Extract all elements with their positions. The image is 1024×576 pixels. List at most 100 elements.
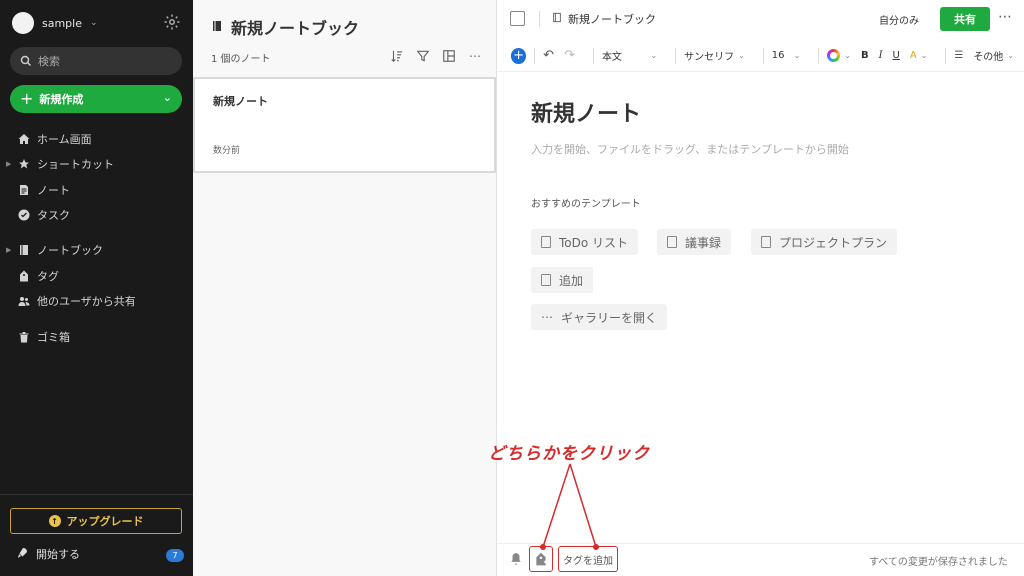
app-window: sample ⌄ 検索 + 新規作成 ⌄ ホーム画面 ▶ ショートカット ノート: [0, 0, 1024, 576]
list-item[interactable]: 新規ノート 数分前: [193, 77, 496, 173]
sidebar-item-tags[interactable]: タグ: [0, 265, 193, 287]
template-project-button[interactable]: プロジェクトプラン: [751, 229, 898, 255]
reminder-bell-icon[interactable]: [509, 552, 523, 570]
gear-icon[interactable]: [163, 13, 181, 31]
breadcrumb[interactable]: 新規ノートブック: [539, 11, 656, 27]
paragraph-style-value: 本文: [601, 52, 622, 63]
ellipsis-icon: ⋯: [541, 310, 553, 324]
add-tag-icon-button[interactable]: [529, 546, 553, 572]
text-color-picker[interactable]: ⌄: [827, 49, 851, 62]
template-todo-button[interactable]: ToDo リスト: [531, 229, 639, 255]
sidebar-item-label: 他のユーザから共有: [37, 295, 136, 308]
document-icon: [667, 236, 677, 248]
upgrade-arrow-icon: ↑: [48, 515, 61, 527]
visibility-label[interactable]: 自分のみ: [879, 12, 919, 27]
chevron-down-icon: ⌄: [738, 51, 745, 60]
add-tag-field[interactable]: タグを追加: [558, 546, 618, 572]
toolbar-divider: [945, 47, 947, 64]
notification-badge: 7: [166, 549, 184, 562]
sort-icon[interactable]: [390, 49, 404, 63]
note-title[interactable]: 新規ノート: [531, 96, 641, 128]
document-icon: [761, 236, 771, 248]
expand-icon[interactable]: [510, 11, 525, 26]
trash-icon: [18, 331, 30, 343]
font-size-value: 16: [771, 50, 785, 61]
note-list-toolbar: ⋯: [390, 49, 482, 63]
template-label: プロジェクトプラン: [779, 235, 888, 250]
note-body-placeholder[interactable]: 入力を開始、ファイルをドラッグ、またはテンプレートから開始: [531, 141, 849, 157]
share-button[interactable]: 共有: [940, 7, 990, 31]
template-label: 議事録: [685, 235, 722, 250]
font-size-select[interactable]: 16 ⌄: [772, 50, 801, 61]
sidebar-item-tasks[interactable]: タスク: [0, 204, 193, 226]
task-check-icon: [18, 209, 30, 221]
document-icon: [541, 236, 551, 248]
filter-icon[interactable]: [416, 49, 430, 63]
more-format-select[interactable]: その他 ⌄: [973, 48, 1014, 63]
template-label: ToDo リスト: [559, 235, 629, 250]
toolbar-divider: [818, 47, 820, 64]
sidebar-item-label: ノート: [37, 184, 70, 197]
note-editor: 新規ノートブック 自分のみ 共有 ⋯ + ↶ ↷ 本文 ⌄ サンセリフ ⌄ 16 ⌄ …: [497, 0, 1024, 576]
sidebar-item-shortcuts[interactable]: ▶ ショートカット: [0, 153, 193, 175]
breadcrumb-label: 新規ノートブック: [568, 13, 656, 26]
open-gallery-label: ギャラリーを開く: [561, 310, 658, 325]
note-count: 1 個のノート: [211, 54, 271, 65]
note-card-title: 新規ノート: [213, 95, 268, 108]
sidebar-item-label: ノートブック: [37, 244, 103, 257]
search-icon: [20, 55, 32, 67]
highlight-icon[interactable]: A ⌄: [910, 50, 928, 61]
paragraph-style-select[interactable]: 本文 ⌄: [602, 48, 657, 63]
chevron-down-icon: ⌄: [650, 51, 658, 60]
notebook-title: 新規ノートブック: [211, 15, 359, 39]
bullet-list-icon[interactable]: ☰: [954, 50, 963, 61]
bold-icon[interactable]: B: [861, 50, 869, 61]
sidebar-item-notes[interactable]: ノート: [0, 179, 193, 201]
redo-icon[interactable]: ↷: [564, 48, 575, 63]
note-card-date: 数分前: [213, 146, 241, 156]
home-icon: [18, 133, 30, 145]
sidebar-item-label: ゴミ箱: [37, 331, 70, 344]
color-wheel-icon: [827, 49, 841, 62]
get-started-link[interactable]: 開始する: [16, 546, 80, 562]
avatar: [12, 12, 34, 34]
shared-users-icon: [18, 295, 30, 307]
sidebar-item-shared[interactable]: 他のユーザから共有: [0, 290, 193, 312]
more-options-icon[interactable]: ⋯: [998, 9, 1012, 25]
upgrade-label: アップグレード: [66, 515, 144, 528]
new-note-button[interactable]: + 新規作成 ⌄: [10, 85, 182, 113]
notebook-title-text: 新規ノートブック: [231, 19, 360, 38]
add-document-icon: [541, 274, 551, 286]
note-list-panel: 新規ノートブック 1 個のノート ⋯ 新規ノート 数分前: [193, 0, 497, 576]
toolbar-divider: [762, 47, 764, 64]
more-options-icon[interactable]: ⋯: [468, 49, 482, 63]
font-family-select[interactable]: サンセリフ ⌄: [684, 48, 745, 63]
expand-arrow-icon[interactable]: ▶: [6, 246, 11, 254]
font-family-value: サンセリフ: [684, 52, 735, 63]
add-template-button[interactable]: 追加: [531, 267, 594, 293]
tag-icon: [18, 270, 30, 282]
sidebar-item-home[interactable]: ホーム画面: [0, 128, 193, 150]
view-layout-icon[interactable]: [442, 49, 456, 63]
toolbar-divider: [675, 47, 677, 64]
search-input[interactable]: 検索: [10, 47, 182, 75]
account-name: sample: [42, 16, 82, 30]
account-switcher[interactable]: sample ⌄: [12, 12, 98, 34]
sidebar: sample ⌄ 検索 + 新規作成 ⌄ ホーム画面 ▶ ショートカット ノート: [0, 0, 193, 576]
template-minutes-button[interactable]: 議事録: [657, 229, 732, 255]
editor-footer: タグを追加 すべての変更が保存されました: [497, 543, 1024, 576]
chevron-down-icon: ⌄: [793, 51, 801, 60]
italic-icon[interactable]: I: [879, 50, 883, 61]
insert-plus-icon[interactable]: +: [511, 47, 527, 64]
undo-icon[interactable]: ↶: [543, 48, 554, 63]
underline-icon[interactable]: U: [893, 50, 900, 61]
open-gallery-button[interactable]: ⋯ ギャラリーを開く: [531, 304, 668, 330]
chevron-down-icon[interactable]: ⌄: [163, 91, 172, 104]
save-status: すべての変更が保存されました: [869, 557, 1008, 568]
sidebar-item-notebooks[interactable]: ▶ ノートブック: [0, 239, 193, 261]
sidebar-item-trash[interactable]: ゴミ箱: [0, 326, 193, 348]
upgrade-button[interactable]: ↑ アップグレード: [10, 508, 182, 534]
sidebar-item-label: タスク: [37, 209, 70, 222]
expand-arrow-icon[interactable]: ▶: [6, 160, 11, 168]
star-icon: [18, 158, 30, 170]
